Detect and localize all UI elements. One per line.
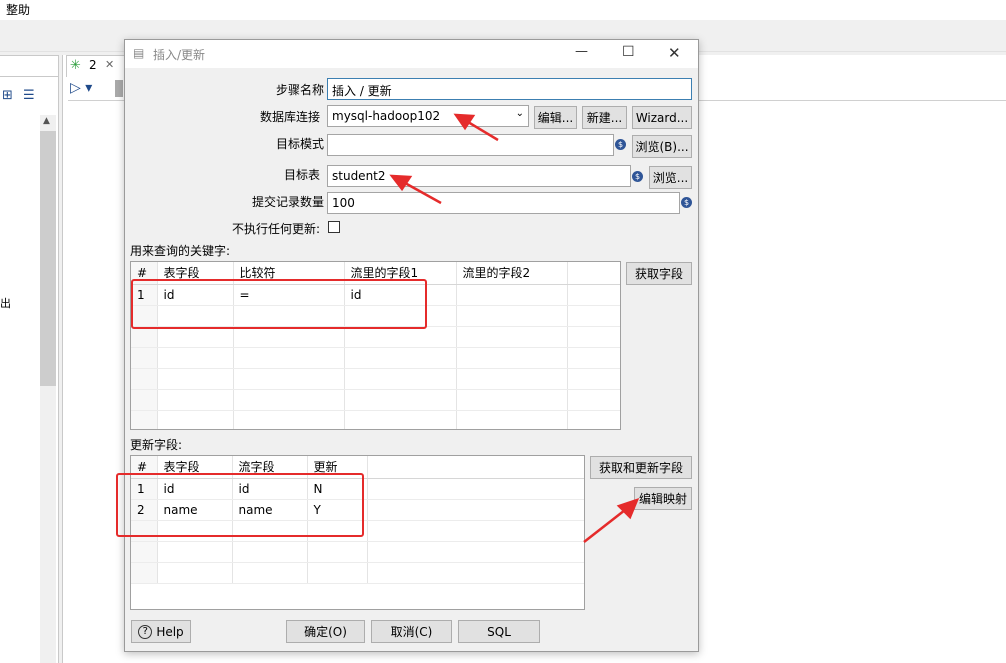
left-panel-tab-row (0, 55, 59, 77)
dialog-title: 插入/更新 (153, 48, 206, 62)
maximize-icon[interactable]: ☐ (622, 44, 635, 60)
column-header[interactable]: 流里的字段2 (456, 262, 568, 285)
dialog-titlebar[interactable] (125, 40, 698, 68)
get-fields-button[interactable]: 获取字段 (626, 262, 692, 285)
label-no-update: 不执行任何更新: (231, 222, 320, 236)
menu-help[interactable]: 整助 (6, 1, 30, 18)
label-connection: 数据库连接 (259, 110, 320, 124)
column-header[interactable]: 表字段 (157, 456, 233, 479)
column-header[interactable]: 流里的字段1 (344, 262, 457, 285)
variable-icon: $ (681, 197, 692, 208)
column-header[interactable]: 表字段 (157, 262, 234, 285)
pause-icon[interactable] (115, 80, 123, 97)
variable-icon: $ (615, 139, 626, 150)
tab-label: 2 (89, 58, 97, 72)
table-cell[interactable]: name (232, 499, 308, 521)
row-index: 1 (131, 478, 158, 500)
table-cell[interactable]: id (344, 284, 457, 306)
column-header[interactable]: 流字段 (232, 456, 308, 479)
ok-button[interactable]: 确定(O) (286, 620, 365, 643)
step-name-input[interactable]: 插入 / 更新 (327, 78, 692, 100)
menu-bar (0, 0, 1006, 20)
help-button[interactable]: ? Help (131, 620, 191, 643)
tab-close-icon[interactable]: ✕ (105, 58, 114, 71)
column-header[interactable]: 更新 (307, 456, 368, 479)
target-table-input[interactable]: student2 (327, 165, 631, 187)
table-cell[interactable] (456, 284, 568, 306)
row-index: 1 (131, 284, 158, 306)
label-target-schema: 目标模式 (275, 137, 324, 151)
table-cell[interactable]: Y (307, 499, 368, 521)
sql-button[interactable]: SQL (458, 620, 540, 643)
table-cell[interactable]: id (157, 284, 234, 306)
key-table-header: # 表字段 比较符 流里的字段1 流里的字段2 (131, 262, 620, 285)
label-commit-size: 提交记录数量 (251, 195, 324, 209)
table-row[interactable]: 1 id = id (131, 284, 620, 306)
row-index: 2 (131, 499, 158, 521)
column-header[interactable]: # (131, 262, 158, 285)
edit-mapping-button[interactable]: 编辑映射 (634, 487, 692, 510)
browse-schema-button[interactable]: 浏览(B)... (632, 135, 692, 158)
label-step-name: 步骤名称 (275, 83, 324, 97)
step-icon: ▤ (133, 46, 145, 60)
help-label: Help (156, 624, 184, 639)
target-schema-input[interactable] (327, 134, 614, 156)
table-cell[interactable]: id (232, 478, 308, 500)
update-table[interactable]: # 表字段 流字段 更新 1 id id N 2 name name Y (130, 455, 585, 610)
transformation-icon: ✳ (70, 58, 81, 73)
table-row[interactable]: 1 id id N (131, 478, 584, 500)
browse-table-button[interactable]: 浏览... (649, 166, 692, 189)
get-update-fields-button[interactable]: 获取和更新字段 (590, 456, 692, 479)
table-cell[interactable]: N (307, 478, 368, 500)
commit-size-input[interactable]: 100 (327, 192, 680, 214)
left-scrollbar-thumb[interactable] (40, 131, 56, 386)
tree-view-icons[interactable]: ⊞ ☰ (2, 88, 38, 103)
table-row[interactable]: 2 name name Y (131, 499, 584, 521)
close-icon[interactable]: ✕ (668, 44, 681, 62)
run-icon[interactable]: ▷ ▾ (70, 80, 92, 96)
table-cell[interactable]: id (157, 478, 233, 500)
scroll-up-icon[interactable]: ▲ (43, 116, 50, 126)
table-cell[interactable]: name (157, 499, 233, 521)
connection-select[interactable]: mysql-hadoop102 ⌄ (327, 105, 529, 127)
no-update-checkbox[interactable] (328, 221, 340, 233)
column-header[interactable]: 比较符 (233, 262, 345, 285)
key-table[interactable]: # 表字段 比较符 流里的字段1 流里的字段2 1 id = id (130, 261, 621, 430)
connection-value: mysql-hadoop102 (332, 109, 441, 123)
minimize-icon[interactable]: — (575, 44, 588, 59)
column-header[interactable]: # (131, 456, 158, 479)
variable-icon: $ (632, 171, 643, 182)
chevron-down-icon[interactable]: ⌄ (516, 108, 524, 119)
update-table-header: # 表字段 流字段 更新 (131, 456, 584, 479)
new-connection-button[interactable]: 新建... (582, 106, 627, 129)
table-cell[interactable]: = (233, 284, 345, 306)
key-section-label: 用来查询的关键字: (130, 244, 231, 258)
wizard-button[interactable]: Wizard... (632, 106, 692, 129)
label-target-table: 目标表 (283, 168, 320, 182)
cancel-button[interactable]: 取消(C) (371, 620, 452, 643)
edit-connection-button[interactable]: 编辑... (534, 106, 577, 129)
left-panel-text: 出 (0, 297, 11, 310)
help-icon: ? (138, 624, 153, 639)
update-section-label: 更新字段: (130, 438, 183, 452)
